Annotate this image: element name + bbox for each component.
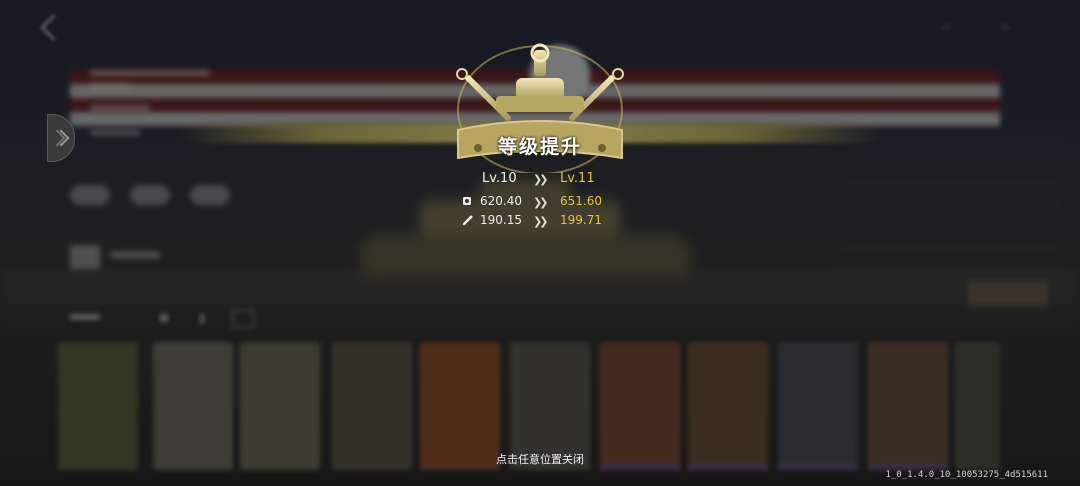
level-up-banner: 等级提升 (440, 128, 640, 160)
stat-old-value: 620.40 (480, 194, 522, 208)
stat-new-value: 199.71 (560, 213, 602, 227)
stat-old-value: 190.15 (480, 213, 522, 227)
armor-shield-icon (463, 197, 471, 205)
stat-new-value: 651.60 (560, 194, 602, 208)
close-hint[interactable]: 点击任意位置关闭 (0, 451, 1080, 467)
arrow-right-icon: ❯❯ (533, 173, 549, 186)
level-up-title: 等级提升 (497, 136, 582, 158)
wrench-attack-icon (462, 215, 473, 226)
arrow-right-icon: ❯❯ (533, 215, 549, 228)
new-level: Lv.11 (560, 171, 595, 186)
arrow-right-icon: ❯❯ (533, 196, 549, 209)
old-level: Lv.10 (482, 171, 517, 186)
version-label: 1_0_1.4.0_10_10053275_4d515611 (885, 470, 1048, 480)
